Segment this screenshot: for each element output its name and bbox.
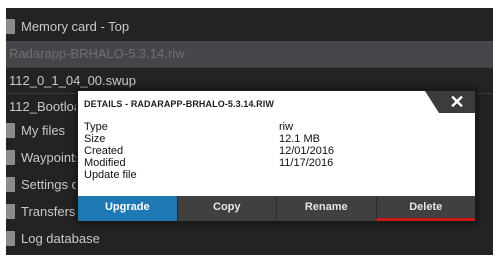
dialog-title: DETAILS - RADARAPP-BRHALO-5.3.14.RIW [84, 99, 274, 109]
folder-icon [6, 177, 15, 192]
list-item-log-database[interactable]: Log database [6, 226, 493, 252]
details-dialog: DETAILS - RADARAPP-BRHALO-5.3.14.RIW ✕ T… [76, 89, 477, 223]
file-browser-screen: Memory card - Top Radarapp-BRHALO-5.3.14… [6, 8, 493, 255]
property-value: 12.1 MB [279, 133, 320, 145]
close-icon: ✕ [449, 92, 465, 112]
list-item-radarapp-file[interactable]: Radarapp-BRHALO-5.3.14.riw [6, 41, 493, 67]
property-value: 11/17/2016 [279, 157, 334, 169]
folder-icon [6, 150, 15, 165]
database-icon [6, 231, 15, 246]
property-row: Modified 11/17/2016 [84, 157, 344, 169]
copy-button[interactable]: Copy [176, 196, 276, 221]
property-key: Modified [84, 157, 126, 169]
property-row: Update file [84, 169, 344, 181]
delete-button[interactable]: Delete [375, 196, 475, 221]
folder-icon [6, 204, 15, 219]
file-list-header-label: Memory card - Top [21, 19, 130, 34]
details-properties: Type riw Size 12.1 MB Created 12/01/2016… [84, 121, 344, 181]
list-item-label: My files [21, 123, 66, 138]
property-row: Created 12/01/2016 [84, 145, 344, 157]
dialog-button-bar: Upgrade Copy Rename Delete [78, 196, 475, 221]
memory-card-icon [6, 19, 15, 34]
property-key: Type [84, 121, 108, 133]
property-key: Created [84, 145, 124, 157]
close-button[interactable]: ✕ [425, 91, 475, 113]
upgrade-button[interactable]: Upgrade [78, 196, 177, 221]
list-item-label: Log database [21, 231, 100, 246]
property-value: 12/01/2016 [279, 145, 335, 157]
rename-button[interactable]: Rename [276, 196, 376, 221]
property-key: Size [84, 133, 106, 145]
property-row: Type riw [84, 121, 344, 133]
property-row: Size 12.1 MB [84, 133, 344, 145]
property-value: riw [279, 121, 294, 133]
list-item-label: Radarapp-BRHALO-5.3.14.riw [9, 46, 185, 61]
property-key: Update file [84, 169, 137, 181]
folder-icon [6, 123, 15, 138]
file-list-header[interactable]: Memory card - Top [6, 14, 493, 40]
